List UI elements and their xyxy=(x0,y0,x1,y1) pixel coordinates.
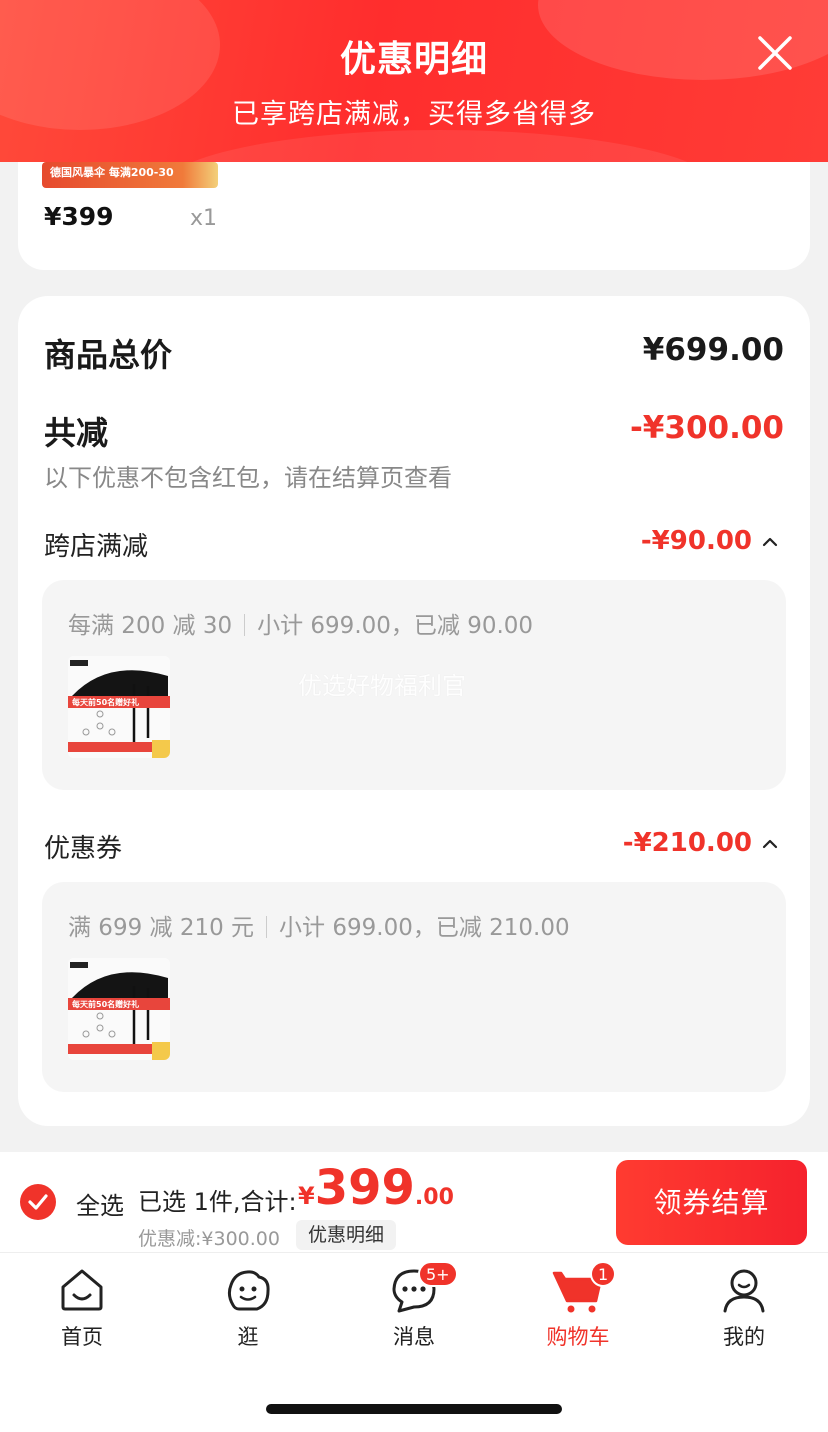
home-icon xyxy=(61,1269,103,1311)
watermark-text: 优选好物福利官 xyxy=(298,672,466,700)
tab-label: 我的 xyxy=(723,1325,765,1349)
browse-icon xyxy=(227,1270,270,1311)
tab-browse[interactable]: 逛 xyxy=(188,1265,308,1351)
discount-rule-line: 每满 200 减 30 小计 699.00，已减 90.00 xyxy=(68,606,533,640)
tab-home[interactable]: 首页 xyxy=(22,1265,142,1351)
umbrella-product-image: 每天前50名赠好礼 xyxy=(68,958,170,1060)
currency-symbol: ¥ xyxy=(298,1182,315,1210)
chevron-up-icon[interactable] xyxy=(760,834,780,854)
cart-badge: 1 xyxy=(590,1261,617,1287)
svg-text:每天前50名赠好礼: 每天前50名赠好礼 xyxy=(72,999,139,1009)
tab-profile[interactable]: 我的 xyxy=(684,1265,804,1351)
product-promo-text: 德国风暴伞 每满200-30 xyxy=(50,166,174,179)
discount-subtotal: 小计 699.00，已减 90.00 xyxy=(257,613,534,639)
select-all-label[interactable]: 全选 xyxy=(76,1186,124,1221)
total-decimal: .00 xyxy=(414,1185,454,1210)
total-reduce-value: -¥300.00 xyxy=(629,410,784,446)
discount-detail-button[interactable]: 优惠明细 xyxy=(296,1220,397,1250)
checkmark-icon xyxy=(28,1194,48,1210)
svg-text:每天前50名赠好礼: 每天前50名赠好礼 xyxy=(72,697,139,707)
total-integer: 399 xyxy=(314,1160,415,1216)
product-quantity: x1 xyxy=(190,206,218,231)
discount-rule: 每满 200 减 30 xyxy=(68,613,233,639)
total-price-value: ¥699.00 xyxy=(642,332,784,368)
coupon-label[interactable]: 优惠券 xyxy=(44,828,122,865)
tab-label: 逛 xyxy=(237,1325,259,1349)
tab-cart[interactable]: 1 购物车 xyxy=(518,1261,638,1351)
header-decoration xyxy=(160,130,720,162)
home-indicator xyxy=(266,1404,562,1414)
cross-store-discount-value[interactable]: -¥90.00 xyxy=(641,526,752,556)
cross-store-discount-detail: 每满 200 减 30 小计 699.00，已减 90.00 每天前50名赠好礼 … xyxy=(42,580,786,790)
coupon-detail: 满 699 减 210 元小计 699.00，已减 210.00 每天前50名赠… xyxy=(42,882,786,1092)
profile-icon xyxy=(723,1269,765,1313)
cross-store-discount-label[interactable]: 跨店满减 xyxy=(44,526,148,563)
product-promo-banner: 德国风暴伞 每满200-30 xyxy=(42,162,218,188)
product-thumbnail[interactable]: 每天前50名赠好礼 xyxy=(68,958,170,1060)
close-button[interactable] xyxy=(752,30,798,76)
total-price-label: 商品总价 xyxy=(44,336,173,374)
product-price: ¥399 xyxy=(44,202,114,231)
close-icon xyxy=(758,36,792,70)
page-title: 优惠明细 xyxy=(339,39,488,80)
checkout-bar: 全选 已选 1件,合计: ¥399.00 优惠减:¥300.00 优惠明细 领券… xyxy=(0,1152,828,1252)
page-subtitle: 已享跨店满减，买得多省得多 xyxy=(232,99,596,130)
total-reduce-label: 共减 xyxy=(44,414,109,452)
discount-amount-text: 优惠减:¥300.00 xyxy=(138,1228,280,1250)
coupon-rule: 满 699 减 210 元 xyxy=(68,915,255,941)
tab-label: 首页 xyxy=(61,1325,103,1349)
claim-and-checkout-button[interactable]: 领券结算 xyxy=(616,1160,807,1245)
header: 优惠明细 已享跨店满减，买得多省得多 xyxy=(0,0,828,162)
discount-summary-card: 商品总价 ¥699.00 共减 -¥300.00 以下优惠不包含红包，请在结算页… xyxy=(18,296,810,1126)
umbrella-product-image: 每天前50名赠好礼 xyxy=(68,656,170,758)
discount-note: 以下优惠不包含红包，请在结算页查看 xyxy=(44,464,452,492)
coupon-value[interactable]: -¥210.00 xyxy=(623,828,752,858)
tab-label: 购物车 xyxy=(546,1325,610,1349)
product-thumbnail[interactable]: 每天前50名赠好礼 xyxy=(68,656,170,758)
tab-messages[interactable]: 5+ 消息 xyxy=(354,1261,474,1351)
select-all-checkbox[interactable] xyxy=(20,1184,56,1220)
divider xyxy=(244,614,246,636)
coupon-rule-line: 满 699 减 210 元小计 699.00，已减 210.00 xyxy=(68,908,570,942)
selected-count-text: 已选 1件,合计: xyxy=(138,1188,297,1216)
tab-label: 消息 xyxy=(393,1325,435,1349)
message-badge: 5+ xyxy=(418,1261,458,1287)
divider xyxy=(266,916,268,938)
coupon-subtotal: 小计 699.00，已减 210.00 xyxy=(279,915,570,941)
chevron-up-icon[interactable] xyxy=(760,532,780,552)
checkout-total: ¥399.00 xyxy=(298,1160,454,1216)
